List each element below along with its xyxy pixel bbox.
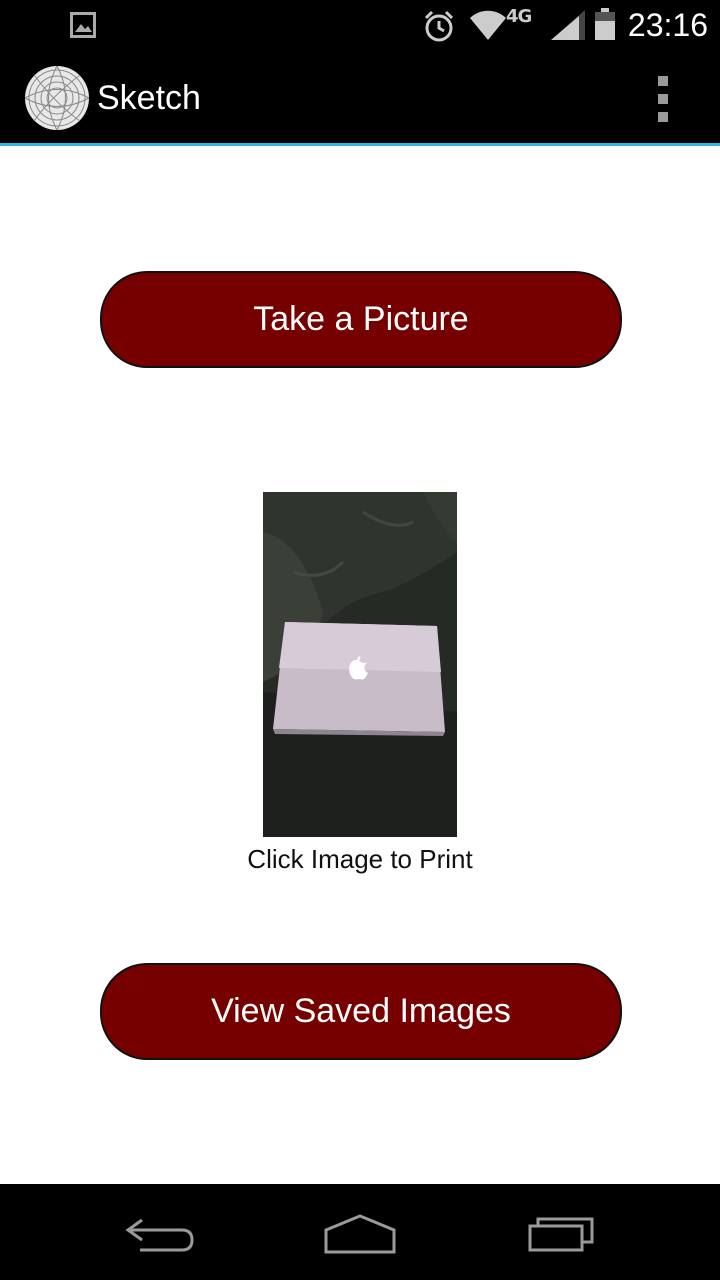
signal-icon — [551, 10, 585, 40]
view-saved-images-button[interactable]: View Saved Images — [100, 963, 622, 1060]
navigation-bar — [0, 1184, 720, 1280]
take-picture-button[interactable]: Take a Picture — [100, 271, 622, 368]
wifi-icon — [470, 10, 506, 40]
action-bar-divider — [0, 143, 720, 146]
status-clock: 23:16 — [627, 7, 708, 43]
spiral-logo-icon[interactable] — [24, 65, 90, 131]
action-bar: Sketch — [0, 50, 720, 143]
print-caption: Click Image to Print — [247, 844, 473, 874]
alarm-icon — [424, 10, 454, 42]
gallery-icon — [70, 12, 96, 38]
battery-icon — [595, 8, 615, 40]
photo-thumbnail[interactable] — [263, 492, 457, 837]
status-bar: 4G 23:16 — [0, 0, 720, 50]
overflow-menu-icon[interactable] — [648, 76, 678, 122]
screen: 4G 23:16 Sketch Take a Picture Click Ima… — [0, 0, 720, 1280]
back-icon[interactable] — [120, 1208, 200, 1258]
app-title: Sketch — [97, 79, 201, 117]
home-icon[interactable] — [320, 1208, 400, 1258]
network-type-label: 4G — [506, 6, 532, 27]
recents-icon[interactable] — [522, 1208, 602, 1258]
